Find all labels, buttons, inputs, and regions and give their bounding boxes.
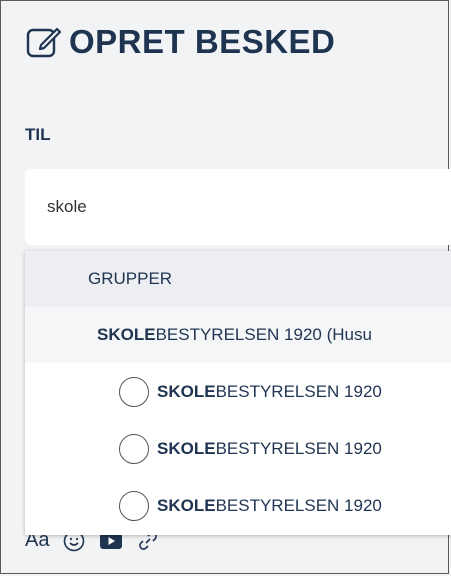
group-option[interactable]: SKOLE BESTYRELSEN 1920 [25, 420, 451, 477]
option-radio[interactable] [119, 490, 149, 521]
option-rest: BESTYRELSEN 1920 [215, 381, 382, 401]
group-option[interactable]: SKOLE BESTYRELSEN 1920 [25, 477, 451, 534]
recipient-search-input[interactable]: skole [25, 169, 451, 245]
option-rest: BESTYRELSEN 1920 [215, 438, 382, 458]
recipient-search-value: skole [47, 197, 87, 216]
page-header: OPRET BESKED [25, 23, 335, 61]
group-item-match: SKOLE [97, 325, 156, 344]
option-match: SKOLE [157, 381, 216, 401]
group-option[interactable]: SKOLE BESTYRELSEN 1920 [25, 363, 451, 420]
page-title: OPRET BESKED [69, 23, 336, 60]
edit-message-icon [26, 27, 62, 58]
option-radio[interactable] [119, 433, 149, 464]
option-rest: BESTYRELSEN 1920 [215, 495, 382, 515]
option-match: SKOLE [157, 438, 216, 458]
option-radio[interactable] [119, 376, 149, 407]
groups-section-header: GRUPPER [25, 251, 451, 307]
group-item[interactable]: SKOLE BESTYRELSEN 1920 (Husu [25, 307, 451, 363]
option-match: SKOLE [157, 495, 216, 515]
recipient-label: TIL [25, 125, 51, 144]
create-message-panel: OPRET BESKED TIL skole Aa GRUPPER SKOLE B… [0, 0, 451, 574]
recipient-suggestions-dropdown: GRUPPER SKOLE BESTYRELSEN 1920 (Husu SKOL… [25, 251, 451, 535]
group-item-rest: BESTYRELSEN 1920 (Husu [155, 325, 372, 344]
